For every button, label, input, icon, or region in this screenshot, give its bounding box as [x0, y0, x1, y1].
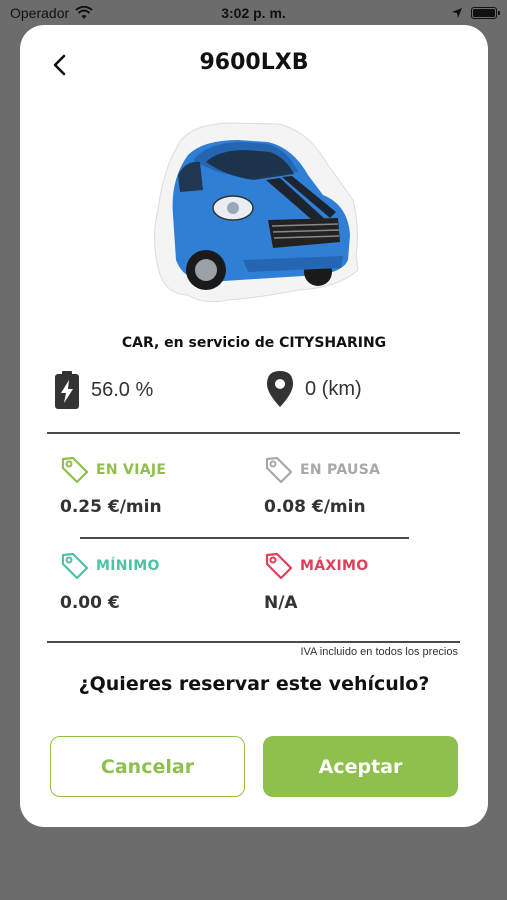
location-pin-icon — [267, 371, 293, 407]
battery-charging-icon — [55, 371, 79, 409]
iva-note: IVA incluido en todos los precios — [300, 646, 458, 658]
car-image — [153, 122, 359, 303]
reservation-modal: 9600LXB CAR, en servicio de CITYSHARING — [20, 25, 488, 827]
distance-stat: 0 (km) — [267, 371, 362, 407]
price-trip: EN VIAJE 0.25 €/min — [60, 455, 166, 517]
price-min-label: MÍNIMO — [96, 558, 160, 574]
divider-top — [47, 432, 460, 434]
tag-icon — [61, 552, 89, 580]
cancel-button[interactable]: Cancelar — [50, 736, 245, 797]
price-max-label: MÁXIMO — [300, 558, 369, 574]
price-min: MÍNIMO 0.00 € — [60, 551, 160, 613]
vehicle-service-text: CAR, en servicio de CITYSHARING — [121, 335, 387, 351]
tag-icon — [265, 552, 293, 580]
tag-icon — [265, 456, 293, 484]
price-max-value: N/A — [264, 593, 298, 613]
price-max-header: MÁXIMO — [264, 551, 368, 581]
divider-middle — [80, 537, 409, 539]
price-trip-header: EN VIAJE — [60, 455, 166, 485]
price-trip-value: 0.25 €/min — [60, 497, 162, 517]
status-bar: Operador 3:02 p. m. — [0, 0, 507, 26]
reservation-question: ¿Quieres reservar este vehículo? — [78, 673, 430, 695]
tag-icon — [61, 456, 89, 484]
price-pause-value: 0.08 €/min — [264, 497, 366, 517]
price-pause-header: EN PAUSA — [264, 455, 380, 485]
distance-value: 0 (km) — [305, 377, 362, 400]
vehicle-plate-title: 9600LXB — [199, 50, 309, 75]
battery-stat: 56.0 % — [55, 371, 153, 409]
price-pause-label: EN PAUSA — [300, 462, 381, 478]
accept-button[interactable]: Aceptar — [263, 736, 458, 797]
price-trip-label: EN VIAJE — [96, 462, 167, 478]
battery-status-icon — [471, 7, 500, 19]
price-max: MÁXIMO N/A — [264, 551, 368, 613]
status-time: 3:02 p. m. — [221, 5, 286, 21]
divider-bottom — [47, 641, 460, 643]
price-pause: EN PAUSA 0.08 €/min — [264, 455, 380, 517]
battery-value: 56.0 % — [91, 378, 154, 401]
price-min-value: 0.00 € — [60, 593, 120, 613]
price-min-header: MÍNIMO — [60, 551, 160, 581]
